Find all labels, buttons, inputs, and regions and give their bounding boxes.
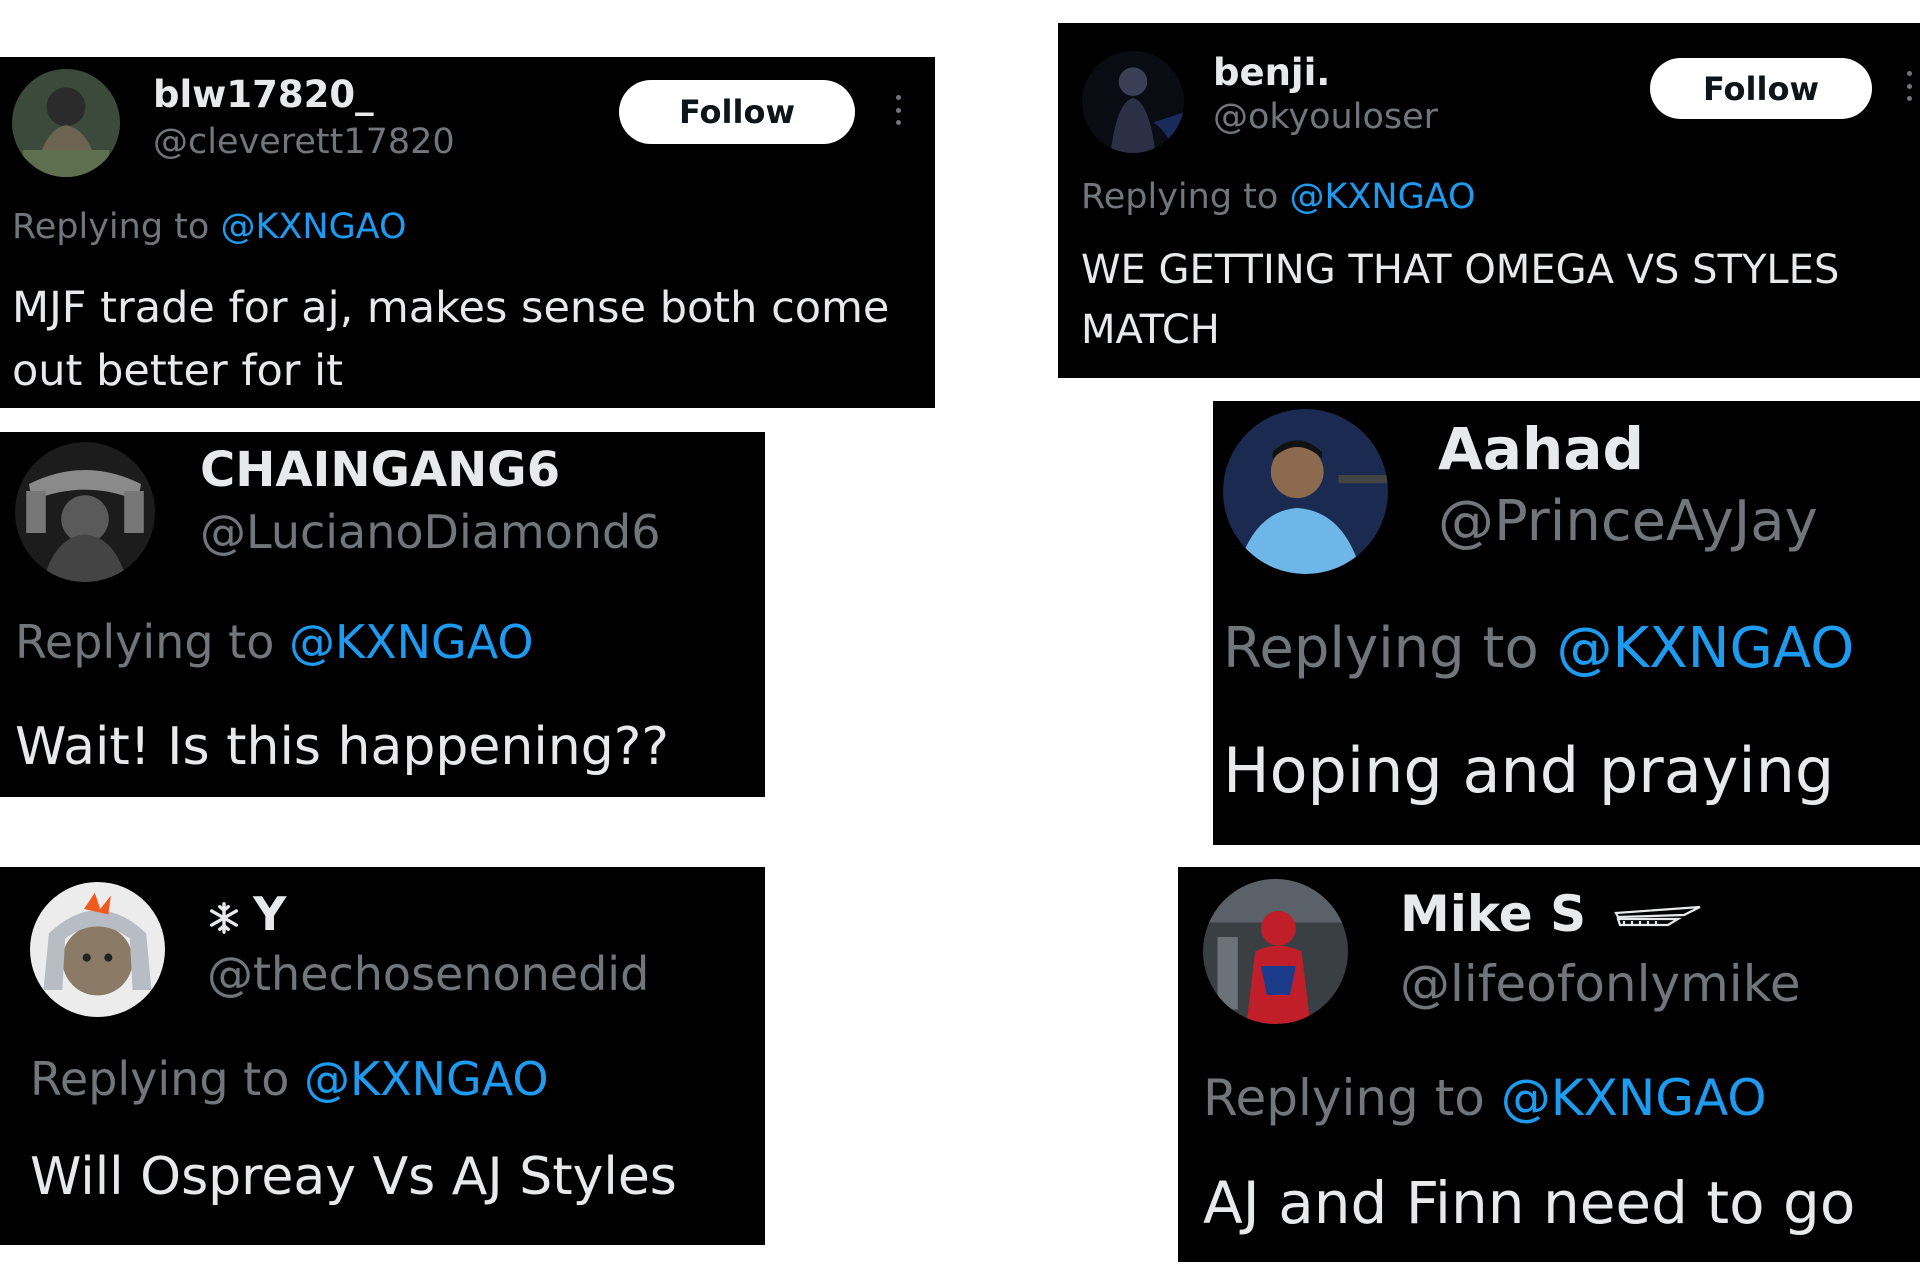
follow-button[interactable]: Follow [1650,58,1872,119]
replying-label: Replying to [1081,177,1290,217]
avatar[interactable] [1203,879,1348,1024]
more-options-icon[interactable] [896,95,904,125]
display-name[interactable]: Y [207,887,286,941]
follow-button[interactable]: Follow [619,80,855,144]
reply-card-y: Y @thechosenonedid Replying to @KXNGAO W… [0,867,765,1245]
display-name[interactable]: blw17820_ [153,73,374,116]
reply-card-chaingang6: CHAINGANG6 @LucianoDiamond6 Replying to … [0,432,765,797]
reply-text: MJF trade for aj, makes sense both come … [12,283,890,396]
replying-label: Replying to [12,207,221,247]
replying-to: Replying to @KXNGAO [15,615,534,669]
reply-card-benji: benji. @okyouloser Follow Replying to @K… [1058,23,1920,378]
dark-figure-avatar-icon [1082,51,1184,153]
reply-text: AJ and Finn need to go [1203,1169,1856,1237]
user-handle[interactable]: @okyouloser [1213,97,1438,137]
wing-icon [1613,905,1701,926]
man-blue-shirt-avatar-icon [1223,409,1388,574]
reply-text: Will Ospreay Vs AJ Styles [30,1147,677,1207]
display-name[interactable]: CHAINGANG6 [200,442,560,498]
sackboy-avatar-icon [30,882,165,1017]
mention-link[interactable]: @KXNGAO [304,1052,549,1106]
reply-text: Wait! Is this happening?? [15,717,669,777]
user-handle[interactable]: @cleverett17820 [153,122,455,162]
masked-man-avatar-icon [12,69,120,177]
display-name[interactable]: Aahad [1438,415,1644,483]
user-handle[interactable]: @PrinceAyJay [1438,489,1818,554]
more-options-icon[interactable] [1907,71,1915,101]
avatar[interactable] [1082,51,1184,153]
display-name[interactable]: Mike S [1400,885,1704,943]
reply-text: Hoping and praying [1223,734,1835,807]
reply-card-aahad: Aahad @PrinceAyJay Replying to @KXNGAO H… [1213,401,1920,845]
replying-to: Replying to @KXNGAO [1081,177,1476,217]
replying-label: Replying to [1223,616,1557,681]
display-name[interactable]: benji. [1213,51,1330,94]
replying-to: Replying to @KXNGAO [1223,616,1854,681]
avatar[interactable] [15,442,155,582]
snowflake-icon [209,901,239,934]
replying-label: Replying to [15,615,289,669]
avatar[interactable] [1223,409,1388,574]
user-handle[interactable]: @lifeofonlymike [1400,955,1801,1013]
display-name-text: Mike S [1400,885,1587,943]
mention-link[interactable]: @KXNGAO [1557,616,1855,681]
mention-link[interactable]: @KXNGAO [289,615,534,669]
wrestler-belt-avatar-icon [15,442,155,582]
display-name-text: Y [253,887,287,941]
mention-link[interactable]: @KXNGAO [1501,1069,1767,1127]
replying-to: Replying to @KXNGAO [30,1052,549,1106]
mention-link[interactable]: @KXNGAO [1289,177,1475,217]
replying-to: Replying to @KXNGAO [1203,1069,1767,1127]
replying-label: Replying to [1203,1069,1501,1127]
mention-link[interactable]: @KXNGAO [220,207,406,247]
spiderman-avatar-icon [1203,879,1348,1024]
reply-card-mike-s: Mike S @lifeofonlymike Replying to @KXNG… [1178,867,1920,1262]
user-handle[interactable]: @LucianoDiamond6 [200,505,661,559]
user-handle[interactable]: @thechosenonedid [207,947,649,1001]
replying-to: Replying to @KXNGAO [12,207,407,247]
avatar[interactable] [30,882,165,1017]
avatar[interactable] [12,69,120,177]
replying-label: Replying to [30,1052,304,1106]
reply-card-blw17820: blw17820_ @cleverett17820 Follow Replyin… [0,57,935,408]
reply-text: WE GETTING THAT OMEGA VS STYLES MATCH [1081,247,1840,353]
